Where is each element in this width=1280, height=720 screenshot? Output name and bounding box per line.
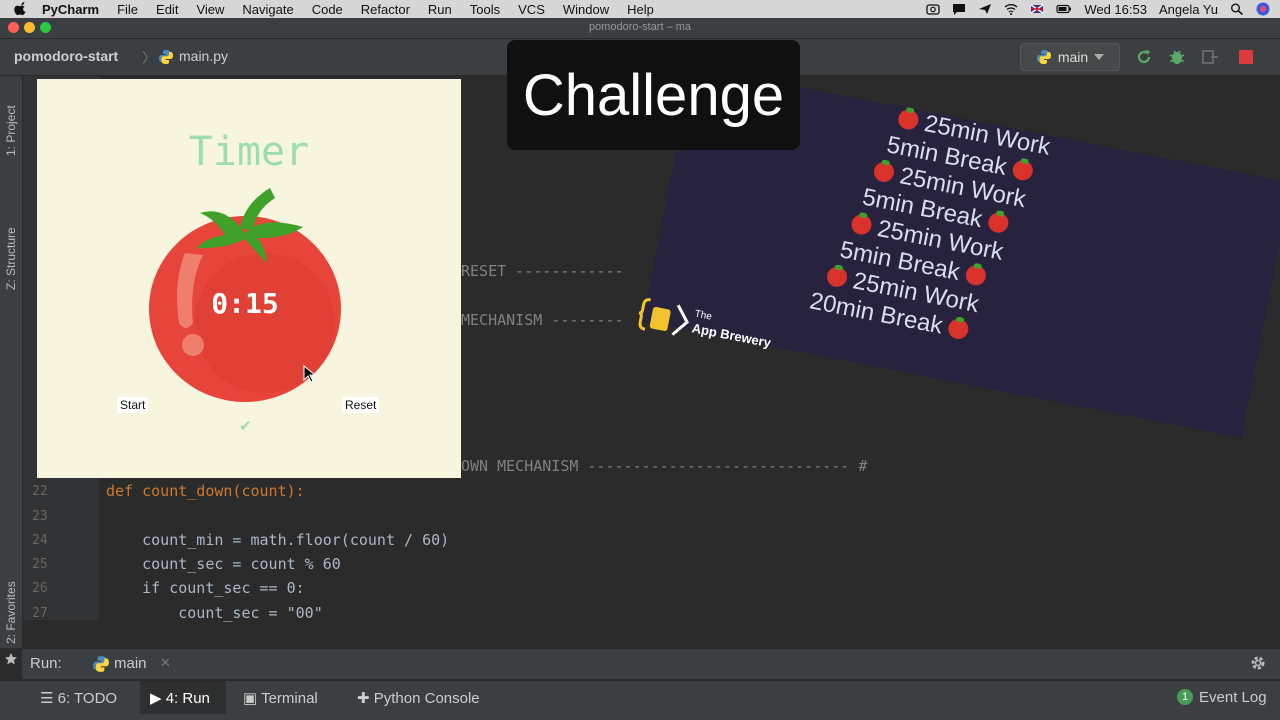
run-configuration-select[interactable]: main: [1020, 43, 1120, 71]
comment-fragment-mechanism: MECHANISM --------: [461, 311, 624, 329]
menubar-status-area: Wed 16:53 Angela Yu: [926, 0, 1270, 18]
todo-label: 6: TODO: [57, 690, 118, 707]
start-button[interactable]: Start: [117, 397, 149, 413]
terminal-label: Terminal: [261, 690, 318, 707]
code-line-22[interactable]: def count_down(count):: [106, 482, 305, 500]
tomato-emoji-icon: [1011, 158, 1035, 183]
battery-icon[interactable]: [1056, 3, 1072, 15]
menu-refactor[interactable]: Refactor: [361, 2, 410, 17]
python-console-tool-button[interactable]: ✚ Python Console: [357, 689, 480, 707]
star-icon: [5, 653, 17, 665]
wifi-icon[interactable]: [1004, 3, 1018, 15]
tomato-emoji-icon: [964, 263, 988, 288]
chevron-down-icon: [1094, 54, 1105, 60]
run-panel-label: Run:: [30, 655, 62, 672]
tomato-emoji-icon: [825, 265, 849, 289]
challenge-heading: Challenge: [522, 62, 785, 128]
gear-icon[interactable]: [1249, 654, 1267, 672]
line-number: 26: [32, 581, 48, 596]
todo-tool-button[interactable]: ☰ 6: TODO: [40, 689, 117, 707]
mouse-cursor-icon: [303, 365, 315, 383]
menu-vcs[interactable]: VCS: [518, 2, 545, 17]
event-log-tool-button[interactable]: Event Log: [1199, 689, 1267, 706]
uk-flag-icon[interactable]: [1030, 3, 1044, 15]
menu-view[interactable]: View: [196, 2, 224, 17]
timer-display: 0:15: [211, 287, 279, 320]
code-line-27[interactable]: count_sec = "00": [106, 604, 323, 622]
spotlight-search-icon[interactable]: [1230, 3, 1244, 15]
python-icon: [93, 656, 109, 672]
python-file-icon: [159, 50, 173, 64]
menu-code[interactable]: Code: [312, 2, 343, 17]
send-icon[interactable]: [978, 3, 992, 15]
timer-title: Timer: [188, 129, 310, 175]
tomato-emoji-icon: [947, 317, 971, 341]
line-number: 25: [32, 557, 48, 572]
run-panel-header: Run: main ✕: [22, 648, 1280, 679]
python-console-label: Python Console: [373, 690, 480, 707]
tomato-emoji-icon: [872, 160, 896, 184]
menubar-clock[interactable]: Wed 16:53: [1084, 2, 1147, 17]
window-title-bar: pomodoro-start – ma: [0, 18, 1280, 39]
checkmark-label: ✔: [239, 418, 252, 435]
left-tool-stripe: 1: Project Z: Structure 2: Favorites: [0, 76, 23, 665]
code-line-26[interactable]: if count_sec == 0:: [106, 579, 305, 597]
run-configuration-label: main: [1057, 49, 1089, 65]
status-bar: [0, 714, 1280, 720]
project-tool-button[interactable]: 1: Project: [4, 105, 18, 156]
line-number: 23: [32, 509, 48, 524]
reset-button[interactable]: Reset: [342, 397, 380, 413]
line-number: 24: [32, 533, 48, 548]
code-line-25[interactable]: count_sec = count % 60: [106, 555, 341, 573]
comment-fragment-countdown: OWN MECHANISM --------------------------…: [461, 457, 868, 475]
window-title: pomodoro-start – ma: [588, 21, 692, 33]
python-icon: [1036, 50, 1051, 64]
line-number: 27: [32, 606, 48, 621]
menu-run[interactable]: Run: [428, 2, 452, 17]
tomato-emoji-icon: [986, 210, 1011, 235]
line-number: 22: [32, 484, 48, 499]
tool-windows-bar: ☰ 6: TODO ▶ 4: Run ▣ Terminal ✚ Python C…: [0, 680, 1280, 715]
debug-icon[interactable]: [1168, 48, 1186, 66]
camera-icon[interactable]: [926, 3, 940, 15]
tomato-emoji-icon: [849, 212, 874, 237]
run-tool-label: 4: Run: [165, 690, 210, 707]
app-brewery-mug-icon: [638, 298, 689, 336]
menu-window[interactable]: Window: [563, 2, 609, 17]
pomodoro-plan-list: 25min Work 5min Break 25min Work 5min Br…: [807, 95, 1076, 359]
siri-icon[interactable]: [1256, 2, 1270, 16]
event-count-badge: 1: [1177, 689, 1193, 705]
breadcrumb-separator: 〉: [142, 50, 156, 66]
run-tool-button[interactable]: ▶ 4: Run: [150, 689, 210, 707]
challenge-heading-card: Challenge: [507, 40, 800, 150]
menu-edit[interactable]: Edit: [156, 2, 178, 17]
breadcrumb-project[interactable]: pomodoro-start: [14, 48, 118, 64]
close-run-tab-icon[interactable]: ✕: [160, 655, 171, 671]
menu-tools[interactable]: Tools: [470, 2, 500, 17]
stop-icon[interactable]: [1238, 49, 1254, 65]
chat-icon[interactable]: [952, 3, 966, 15]
terminal-tool-button[interactable]: ▣ Terminal: [243, 689, 318, 707]
menu-help[interactable]: Help: [627, 2, 654, 17]
menu-file[interactable]: File: [117, 2, 138, 17]
code-line-24[interactable]: count_min = math.floor(count / 60): [106, 531, 449, 549]
pomodoro-app-window: Timer 0:15 Start Reset ✔: [37, 79, 461, 478]
menubar-user[interactable]: Angela Yu: [1159, 2, 1218, 17]
macos-menu-bar: PyCharm File Edit View Navigate Code Ref…: [0, 0, 1280, 18]
breadcrumb-file[interactable]: main.py: [179, 48, 228, 64]
structure-tool-button[interactable]: Z: Structure: [4, 227, 18, 290]
logo-text-big: App Brewery: [690, 320, 773, 351]
run-tab-main[interactable]: main: [114, 655, 147, 672]
tomato-emoji-icon: [896, 107, 921, 132]
apple-icon[interactable]: [14, 2, 28, 16]
menu-app-name[interactable]: PyCharm: [42, 2, 99, 17]
menu-navigate[interactable]: Navigate: [242, 2, 293, 17]
rerun-icon[interactable]: [1135, 48, 1153, 66]
comment-fragment-reset: RESET ------------: [461, 262, 624, 280]
coverage-icon[interactable]: [1201, 48, 1219, 66]
favorites-tool-button[interactable]: 2: Favorites: [4, 581, 18, 644]
